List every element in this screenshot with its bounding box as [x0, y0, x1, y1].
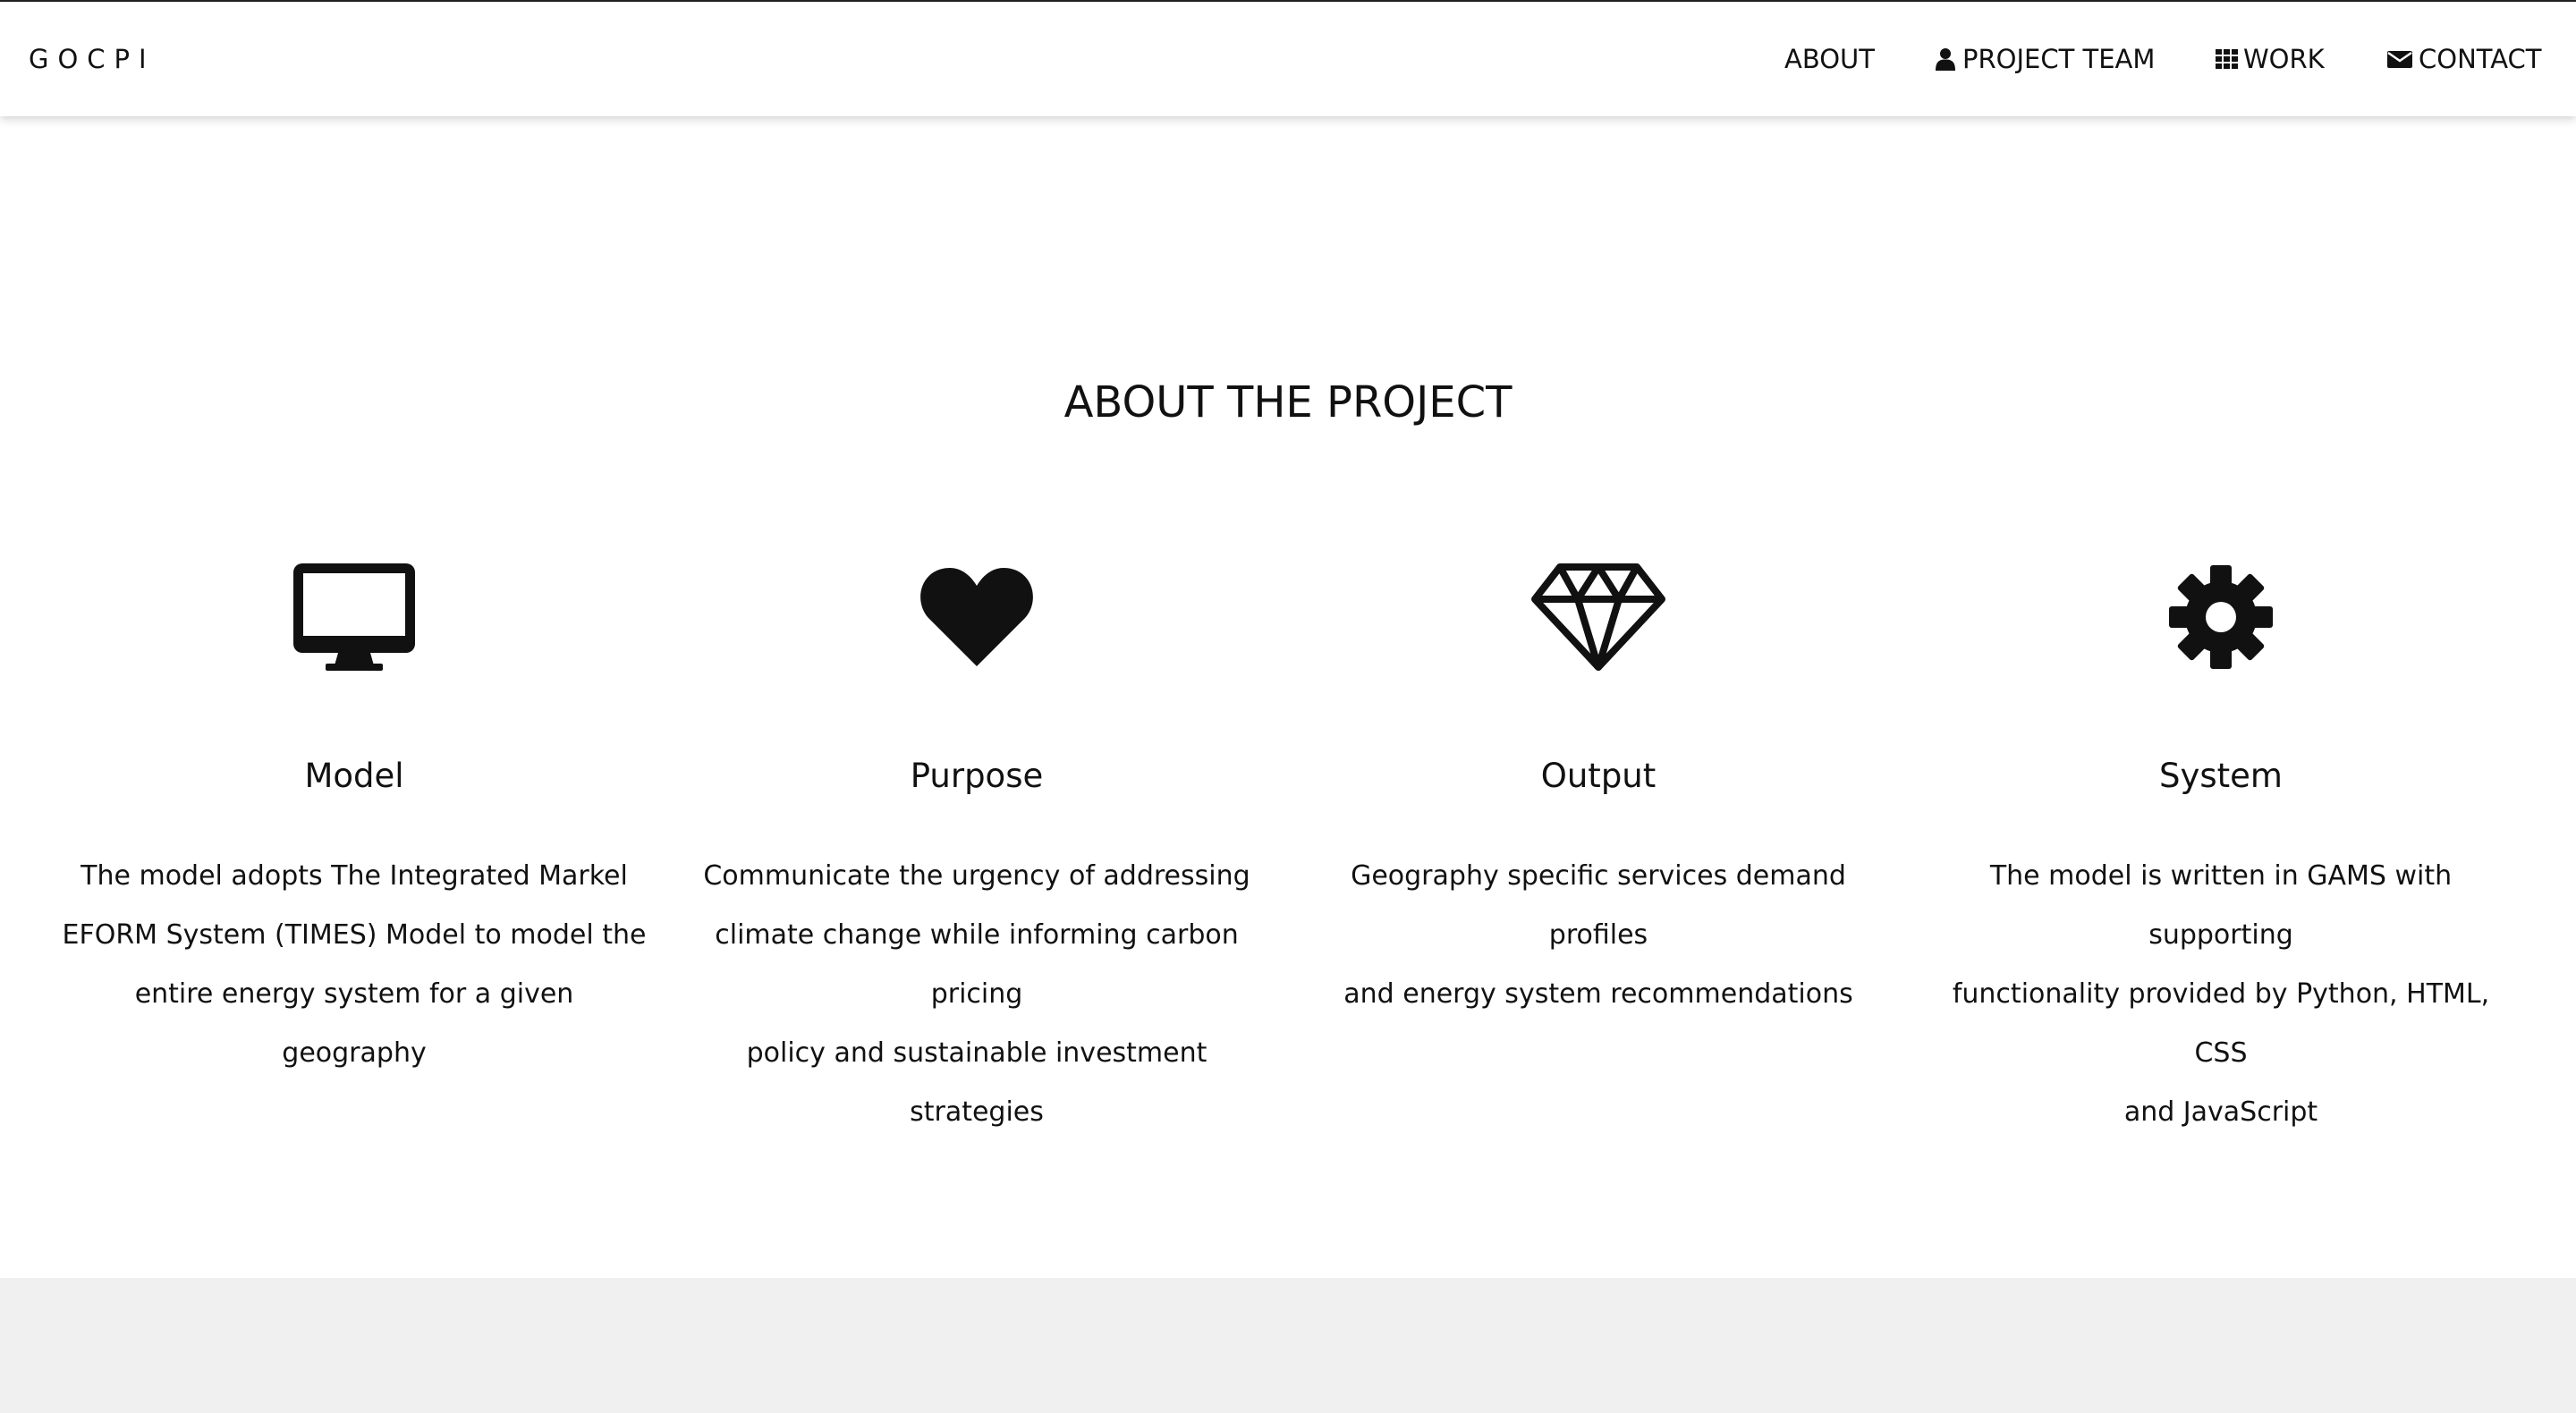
- desc-line: functionality provided by Python, HTML, …: [1952, 978, 2490, 1069]
- nav-work-label: WORK: [2243, 44, 2325, 74]
- heart-icon: [682, 554, 1272, 680]
- grid-icon: [2215, 47, 2238, 71]
- user-icon: [1934, 47, 1957, 71]
- nav-about-label: ABOUT: [1784, 44, 1875, 74]
- feature-purpose-description: Communicate the urgency of addressing cl…: [682, 847, 1272, 1142]
- feature-output-title: Output: [1540, 757, 1657, 795]
- feature-system-description: The model is written in GAMS with suppor…: [1926, 847, 2516, 1142]
- section-title: ABOUT THE PROJECT: [1063, 377, 1513, 427]
- feature-model-title: Model: [304, 757, 404, 795]
- desc-line: and energy system recommendations: [1343, 978, 1853, 1010]
- desc-line: climate change while informing carbon pr…: [715, 919, 1239, 1010]
- feature-model: Model The model adopts The Integrated Ma…: [59, 554, 649, 1069]
- brand-logo[interactable]: GOCPI: [29, 44, 156, 74]
- nav-work[interactable]: WORK: [2215, 44, 2325, 74]
- feature-model-description: The model adopts The Integrated Markel E…: [59, 847, 649, 1083]
- nav-contact-label: CONTACT: [2419, 44, 2542, 74]
- nav-project-team-label: PROJECT TEAM: [1962, 44, 2156, 74]
- diamond-icon: [1303, 554, 1894, 680]
- desktop-icon: [59, 554, 649, 680]
- feature-purpose-title: Purpose: [910, 757, 1044, 795]
- gear-icon: [1926, 554, 2516, 680]
- feature-output: Output Geography specific services deman…: [1303, 554, 1894, 1010]
- desc-line: and JavaScript: [2123, 1096, 2318, 1128]
- desc-line: EFORM System (TIMES) Model to model the: [62, 919, 647, 951]
- nav-about[interactable]: ABOUT: [1784, 44, 1875, 74]
- feature-system: System The model is written in GAMS with…: [1926, 554, 2516, 1128]
- desc-line: entire energy system for a given geograp…: [134, 978, 574, 1069]
- footer-section: [0, 1278, 2576, 1413]
- desc-line: Geography specific services demand profi…: [1351, 860, 1846, 951]
- envelope-icon: [2386, 47, 2413, 71]
- feature-purpose: Purpose Communicate the urgency of addre…: [682, 554, 1272, 1128]
- feature-system-title: System: [2159, 757, 2283, 795]
- desc-line: Communicate the urgency of addressing: [703, 860, 1250, 892]
- navbar: GOCPI ABOUT PROJECT TEAM WORK CONTACT: [0, 2, 2576, 116]
- desc-line: The model is written in GAMS with suppor…: [1989, 860, 2453, 951]
- nav-contact[interactable]: CONTACT: [2386, 44, 2542, 74]
- feature-output-description: Geography specific services demand profi…: [1303, 847, 1894, 1024]
- desc-line: policy and sustainable investment strate…: [746, 1037, 1208, 1128]
- nav-project-team[interactable]: PROJECT TEAM: [1934, 44, 2155, 74]
- desc-line: The model adopts The Integrated Markel: [80, 860, 628, 892]
